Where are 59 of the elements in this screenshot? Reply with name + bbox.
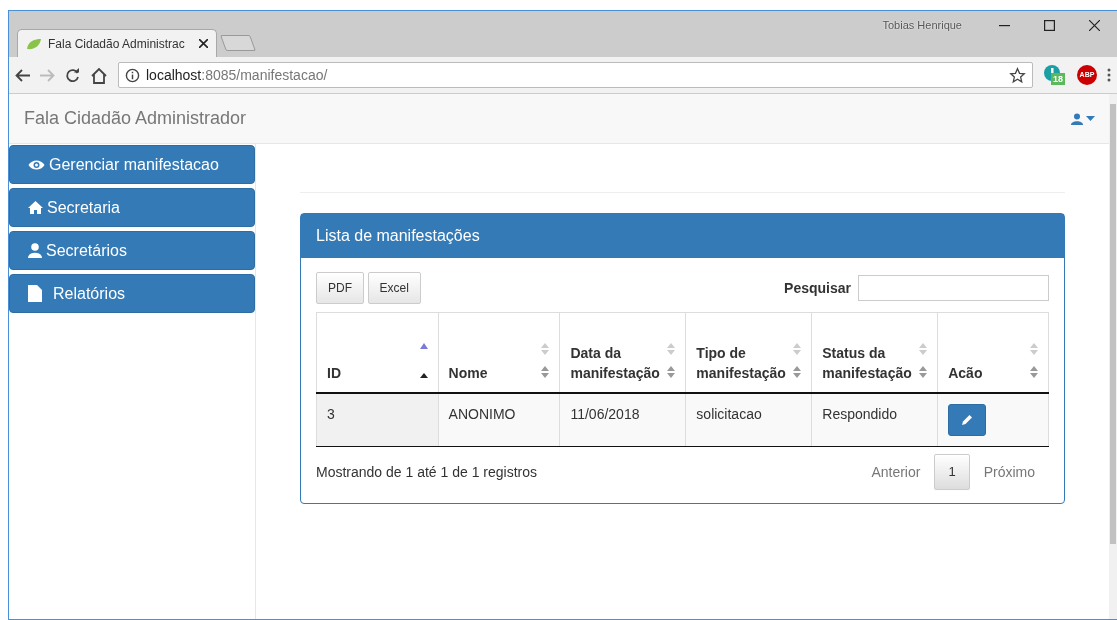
app-title[interactable]: Fala Cidadão Administrador: [24, 105, 247, 132]
user-menu-icon[interactable]: [1070, 112, 1095, 125]
previous-link[interactable]: Anterior: [857, 453, 935, 491]
sort-icon: [793, 343, 802, 355]
address-text: localhost:8085/manifestacao/: [146, 65, 329, 85]
edit-button[interactable]: [948, 403, 987, 436]
eye-icon: [28, 158, 45, 171]
column-header[interactable]: Acão: [937, 312, 1049, 393]
sort-icon: [541, 343, 550, 355]
browser-tab[interactable]: Fala Cidadão Administrac: [17, 29, 217, 57]
export-button[interactable]: PDF: [316, 272, 364, 304]
sidebar-item[interactable]: Relatórios: [9, 274, 255, 313]
table-cell: 11/06/2018: [559, 392, 686, 446]
table-cell: 3: [316, 392, 439, 446]
table-cell: ANONIMO: [438, 392, 560, 446]
sort-icon: [919, 365, 928, 378]
search-field[interactable]: [858, 275, 1049, 301]
sidebar-item[interactable]: Secretaria: [9, 188, 255, 227]
scrollbar[interactable]: [1109, 94, 1117, 619]
column-header[interactable]: Status da manifestação: [811, 312, 938, 393]
minimize-icon[interactable]: [999, 24, 1010, 27]
home-icon[interactable]: [90, 66, 108, 84]
sort-icon: [667, 365, 676, 378]
column-header[interactable]: Nome: [438, 312, 560, 393]
file-icon: [28, 285, 42, 302]
sort-icon: [919, 343, 928, 355]
table-cell: solicitacao: [685, 392, 812, 446]
info-icon: [125, 67, 140, 83]
user-icon: [28, 243, 42, 258]
column-header[interactable]: Data da manifestação: [559, 312, 686, 393]
leaf-icon: [26, 37, 42, 50]
table-cell: Respondido: [811, 392, 938, 446]
pencil-icon: [961, 414, 973, 425]
sidebar-item[interactable]: Gerenciar manifestacao: [9, 145, 255, 184]
sort-icon: [667, 343, 676, 355]
export-button[interactable]: Excel: [367, 272, 421, 304]
close-icon[interactable]: [1089, 20, 1100, 32]
reload-icon[interactable]: [65, 67, 80, 83]
records-info: Mostrando de 1 até 1 de 1 registros: [316, 462, 538, 482]
maximize-icon[interactable]: [1044, 20, 1055, 32]
page-button[interactable]: 1: [934, 454, 970, 490]
profile-name[interactable]: Tobias Henrique: [882, 16, 962, 34]
sort-icon: [793, 365, 802, 378]
home-icon: [28, 201, 43, 214]
menu-icon[interactable]: [1107, 68, 1111, 82]
sidebar-item[interactable]: Secretários: [9, 231, 255, 270]
next-link[interactable]: Próximo: [969, 453, 1049, 491]
column-header[interactable]: Tipo de manifestação: [685, 312, 812, 393]
column-header[interactable]: ID: [316, 312, 439, 393]
sort-icon: [1030, 343, 1038, 355]
address-bar[interactable]: localhost:8085/manifestacao/: [118, 62, 1033, 88]
close-icon[interactable]: [199, 39, 208, 48]
back-icon[interactable]: [15, 68, 30, 82]
star-icon[interactable]: [1009, 66, 1026, 84]
tab-title: Fala Cidadão Administrac: [48, 35, 186, 53]
sort-icon: [541, 365, 550, 378]
search-label: Pesquisar: [784, 278, 851, 298]
panel-title: Lista de manifestações: [316, 227, 480, 244]
sort-icon: [1030, 365, 1038, 378]
